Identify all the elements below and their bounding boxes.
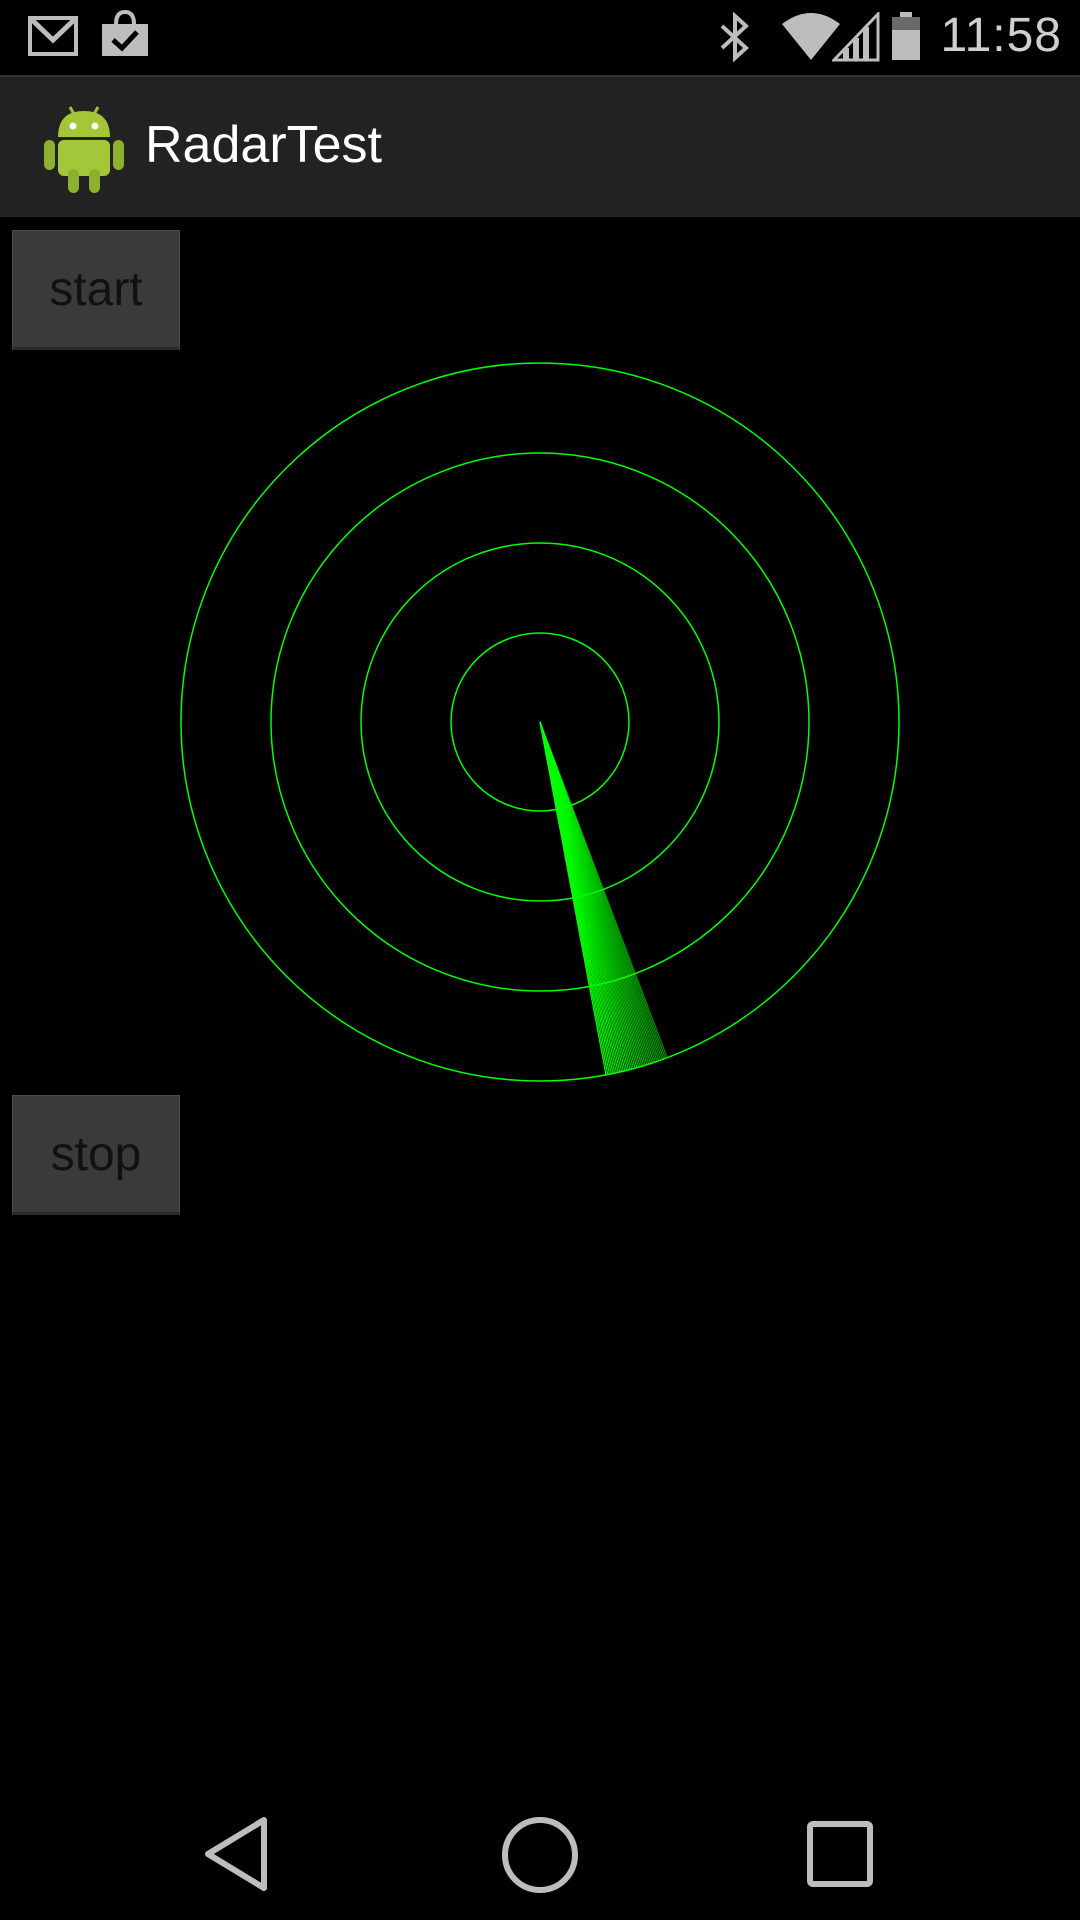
nav-bar bbox=[0, 1780, 1080, 1920]
radar-sweep-line bbox=[539, 721, 614, 1074]
status-bar: 11:58 bbox=[0, 0, 1080, 75]
radar-sweep-line bbox=[539, 721, 658, 1062]
radar-sweep-line bbox=[539, 721, 619, 1073]
signal-icon bbox=[830, 10, 880, 67]
app-title: RadarTest bbox=[145, 116, 382, 174]
radar-sweep-line bbox=[539, 721, 629, 1071]
radar-sweep-line bbox=[539, 721, 607, 1076]
radar-sweep-line bbox=[539, 721, 663, 1060]
radar-sweep-line bbox=[539, 721, 643, 1067]
status-time: 11:58 bbox=[940, 9, 1062, 62]
shopping-bag-icon bbox=[100, 9, 150, 63]
recents-icon[interactable] bbox=[790, 1810, 890, 1900]
radar-sweep-line bbox=[539, 721, 623, 1072]
radar-sweep-line bbox=[539, 721, 648, 1065]
radar-sweep-line bbox=[539, 721, 624, 1072]
radar-ring-1 bbox=[450, 632, 630, 812]
radar-sweep bbox=[539, 721, 668, 1076]
android-robot-icon bbox=[44, 103, 124, 195]
radar-sweep-line bbox=[539, 721, 631, 1070]
radar-sweep-line bbox=[539, 721, 609, 1075]
back-icon[interactable] bbox=[188, 1810, 288, 1900]
radar-sweep-line bbox=[539, 721, 652, 1064]
screen: 11:58 RadarTest start stop bbox=[0, 0, 1080, 1920]
radar-sweep-line bbox=[539, 721, 640, 1068]
radar-sweep-line bbox=[539, 721, 626, 1071]
radar-sweep-line bbox=[539, 721, 660, 1061]
radar-ring-2 bbox=[360, 542, 720, 902]
radar-sweep-line bbox=[539, 721, 662, 1061]
radar-sweep-line bbox=[539, 721, 667, 1059]
radar-sweep-line bbox=[539, 721, 610, 1075]
radar-sweep-line bbox=[539, 721, 645, 1066]
radar-sweep-line bbox=[539, 721, 616, 1074]
action-bar: RadarTest bbox=[0, 75, 1080, 217]
radar-sweep-line bbox=[539, 721, 638, 1068]
radar-sweep-line bbox=[539, 721, 653, 1064]
radar-sweep-line bbox=[539, 721, 668, 1058]
radar-sweep-line bbox=[539, 721, 635, 1069]
radar-sweep-line bbox=[539, 721, 633, 1070]
radar-sweep-line bbox=[539, 721, 617, 1073]
radar-sweep-line bbox=[539, 721, 621, 1073]
radar-sweep-line bbox=[539, 721, 641, 1067]
home-icon[interactable] bbox=[490, 1810, 590, 1900]
radar-sweep-line bbox=[539, 721, 655, 1063]
gmail-icon bbox=[28, 16, 78, 61]
start-button[interactable]: start bbox=[12, 230, 180, 350]
radar-sweep-line bbox=[539, 721, 650, 1065]
radar-ring-4 bbox=[180, 362, 900, 1082]
radar-ring-3 bbox=[270, 452, 810, 992]
radar-sweep-line bbox=[539, 721, 665, 1060]
radar-sweep-line bbox=[539, 721, 628, 1071]
radar-sweep-line bbox=[539, 721, 646, 1066]
radar-sweep-line bbox=[539, 721, 612, 1075]
radar-sweep-line bbox=[539, 721, 636, 1069]
battery-icon bbox=[890, 10, 922, 67]
bluetooth-icon bbox=[718, 11, 752, 67]
stop-button[interactable]: stop bbox=[12, 1095, 180, 1215]
radar-sweep-line bbox=[539, 721, 657, 1063]
